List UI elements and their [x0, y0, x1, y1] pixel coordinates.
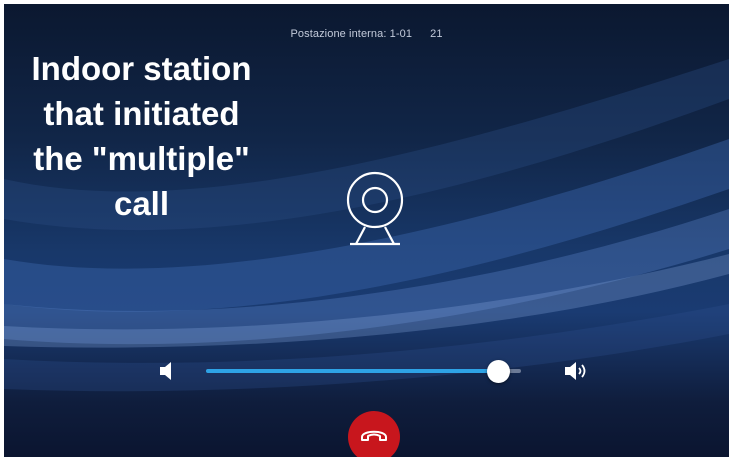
volume-slider-track[interactable]: [206, 369, 521, 373]
status-header: Postazione interna: 1-01 21: [4, 28, 729, 40]
caption-line: call: [113, 185, 170, 222]
call-screen: Postazione interna: 1-01 21 Indoor statio…: [4, 4, 729, 457]
hangup-button[interactable]: [348, 411, 400, 457]
station-label: Postazione interna: 1-01: [290, 28, 413, 40]
annotation-caption: Indoor station that initiated the "multi…: [14, 46, 269, 226]
caption-line: that initiated: [43, 95, 240, 132]
caption-line: the "multiple": [33, 140, 250, 177]
call-count: 21: [430, 28, 443, 40]
speaker-low-icon[interactable]: [157, 359, 175, 383]
phone-hangup-icon: [361, 430, 387, 441]
webcam-icon: [346, 171, 404, 246]
caption-line: Indoor station: [31, 50, 252, 87]
speaker-high-icon[interactable]: [562, 359, 592, 383]
